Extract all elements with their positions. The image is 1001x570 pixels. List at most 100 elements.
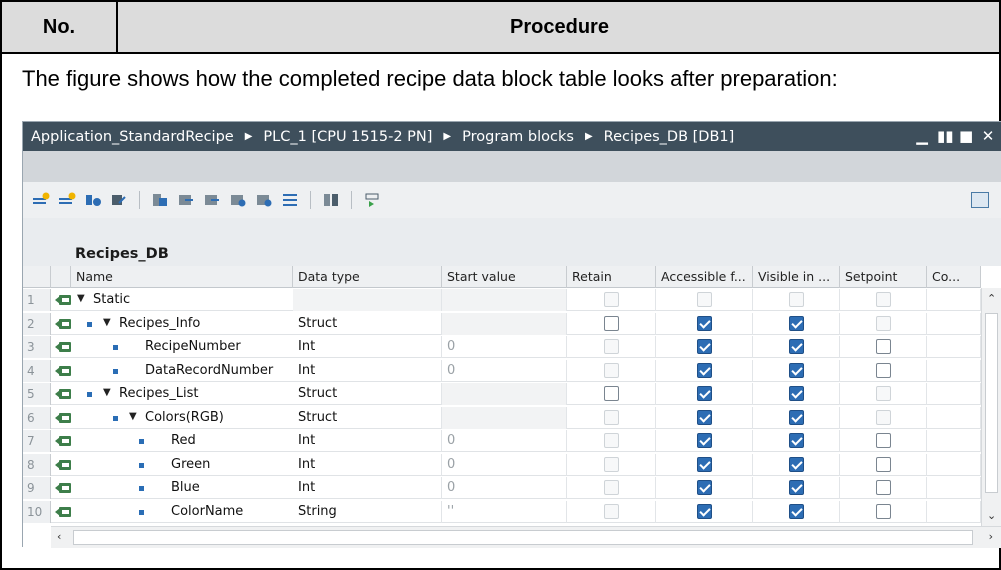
start-value-cell[interactable]: '' (442, 500, 567, 523)
data-type-cell[interactable]: String (293, 500, 442, 523)
accessible-checkbox[interactable] (696, 433, 712, 448)
monitor-icon[interactable] (150, 191, 170, 209)
expand-all-icon[interactable] (280, 191, 300, 209)
accessible-checkbox[interactable] (696, 409, 712, 425)
table-row[interactable]: 2 ▼ Recipes_Info Struct (23, 312, 981, 335)
detail-view-icon[interactable] (971, 192, 989, 208)
visible-checkbox[interactable] (788, 315, 804, 331)
expand-triangle-icon[interactable]: ▼ (103, 317, 111, 328)
comment-cell[interactable] (927, 453, 981, 476)
member-name[interactable]: Recipes_Info (119, 313, 200, 335)
comment-cell[interactable] (927, 430, 981, 452)
member-name[interactable]: Red (171, 430, 196, 452)
expand-triangle-icon[interactable]: ▼ (103, 387, 111, 398)
accessible-checkbox[interactable] (696, 315, 712, 331)
table-row[interactable]: 6 ▼ Colors(RGB) Struct (23, 406, 981, 429)
data-type-cell[interactable]: Int (293, 430, 442, 452)
accessible-checkbox[interactable] (696, 480, 712, 495)
header-comment[interactable]: Co... (927, 266, 981, 288)
visible-checkbox[interactable] (788, 433, 804, 448)
start-value-cell[interactable] (442, 406, 567, 429)
table-row[interactable]: 4 DataRecordNumber Int 0 (23, 359, 981, 382)
table-row[interactable]: 7 Red Int 0 (23, 430, 981, 452)
comment-cell[interactable] (927, 383, 981, 405)
setpoint-checkbox[interactable] (875, 433, 891, 448)
start-value-cell[interactable] (442, 289, 567, 311)
member-name[interactable]: Blue (171, 477, 200, 499)
table-row[interactable]: 3 RecipeNumber Int 0 (23, 336, 981, 358)
data-type-cell[interactable]: Int (293, 477, 442, 499)
visible-checkbox[interactable] (788, 409, 804, 425)
visible-checkbox[interactable] (788, 362, 804, 378)
load-snapshot-icon[interactable] (202, 191, 222, 209)
table-row[interactable]: 10 ColorName String '' (23, 500, 981, 523)
scroll-down-icon[interactable]: ⌄ (987, 509, 996, 522)
accessible-checkbox[interactable] (696, 386, 712, 401)
header-visible[interactable]: Visible in ... (753, 266, 840, 288)
visible-checkbox[interactable] (788, 456, 804, 472)
breadcrumb-project[interactable]: Application_StandardRecipe (31, 129, 234, 145)
start-value-cell[interactable]: 0 (442, 359, 567, 382)
accessible-checkbox[interactable] (696, 503, 712, 519)
expand-triangle-icon[interactable]: ▼ (77, 293, 85, 304)
header-name[interactable]: Name (71, 266, 293, 288)
breadcrumb-recipes-db[interactable]: Recipes_DB [DB1] (604, 129, 735, 145)
visible-checkbox[interactable] (788, 480, 804, 495)
data-type-cell[interactable]: Struct (293, 383, 442, 405)
setpoint-checkbox[interactable] (875, 339, 891, 354)
comment-cell[interactable] (927, 477, 981, 499)
member-name[interactable]: DataRecordNumber (145, 360, 273, 382)
breadcrumb-program-blocks[interactable]: Program blocks (462, 129, 574, 145)
header-start-value[interactable]: Start value (442, 266, 567, 288)
expand-triangle-icon[interactable]: ▼ (129, 411, 137, 422)
monitor-all-icon[interactable] (362, 191, 382, 209)
data-type-cell[interactable]: Struct (293, 406, 442, 429)
header-retain[interactable]: Retain (567, 266, 656, 288)
data-type-cell[interactable]: Int (293, 336, 442, 358)
table-row[interactable]: 1 ▼ Static (23, 289, 981, 311)
comment-cell[interactable] (927, 500, 981, 523)
scroll-right-icon[interactable]: › (989, 530, 993, 543)
visible-checkbox[interactable] (788, 503, 804, 519)
start-value-cell[interactable]: 0 (442, 336, 567, 358)
start-value-cell[interactable]: 0 (442, 430, 567, 452)
retain-checkbox[interactable] (603, 386, 619, 401)
minimize-icon[interactable]: ▁ (915, 127, 929, 145)
data-type-cell[interactable]: Int (293, 453, 442, 476)
start-value-cell[interactable] (442, 383, 567, 405)
setpoint-checkbox[interactable] (875, 456, 891, 472)
data-type-cell[interactable]: Struct (293, 312, 442, 335)
copy-snapshot-icon[interactable] (109, 191, 129, 209)
accessible-checkbox[interactable] (696, 362, 712, 378)
member-name[interactable]: Green (171, 454, 210, 476)
comment-cell[interactable] (927, 289, 981, 311)
retain-checkbox[interactable] (603, 315, 619, 331)
start-value-cell[interactable]: 0 (442, 453, 567, 476)
snapshot-icon[interactable] (83, 191, 103, 209)
start-value-cell[interactable]: 0 (442, 477, 567, 499)
comment-cell[interactable] (927, 406, 981, 429)
add-row-icon[interactable] (57, 191, 77, 209)
member-name[interactable]: RecipeNumber (145, 336, 241, 358)
data-type-cell[interactable]: Int (293, 359, 442, 382)
table-row[interactable]: 9 Blue Int 0 (23, 477, 981, 499)
accessible-checkbox[interactable] (696, 339, 712, 354)
table-row[interactable]: 5 ▼ Recipes_List Struct (23, 383, 981, 405)
setpoint-checkbox[interactable] (875, 362, 891, 378)
visible-checkbox[interactable] (788, 386, 804, 401)
start-value-cell[interactable] (442, 312, 567, 335)
setpoint-checkbox[interactable] (875, 503, 891, 519)
data-type-cell[interactable] (293, 289, 442, 311)
horizontal-scrollbar[interactable]: ‹ › (51, 526, 1001, 548)
tile-icon[interactable]: ▮▮ (937, 127, 954, 145)
scroll-up-icon[interactable]: ⌃ (987, 292, 996, 305)
comment-cell[interactable] (927, 359, 981, 382)
comment-cell[interactable] (927, 336, 981, 358)
columns-icon[interactable] (321, 191, 341, 209)
load-start-values-icon[interactable] (176, 191, 196, 209)
maximize-icon[interactable]: ■ (959, 127, 973, 145)
close-icon[interactable]: ✕ (981, 127, 995, 145)
breadcrumb-plc[interactable]: PLC_1 [CPU 1515-2 PN] (263, 129, 432, 145)
apply-values-icon[interactable] (228, 191, 248, 209)
member-name[interactable]: Recipes_List (119, 383, 198, 405)
